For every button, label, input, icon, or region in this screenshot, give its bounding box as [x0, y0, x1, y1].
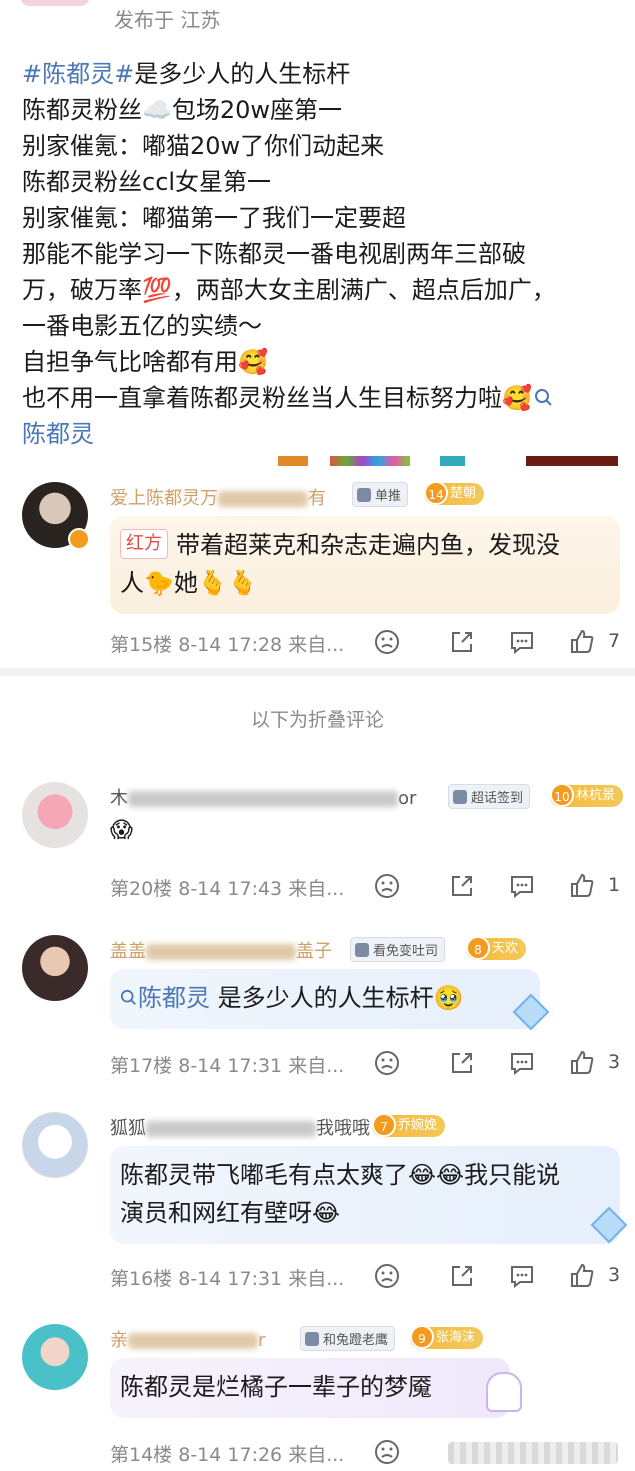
like-count: 3: [608, 1051, 621, 1073]
avatar[interactable]: [22, 1112, 88, 1178]
fan-level-badge[interactable]: 14 楚朝: [424, 481, 485, 505]
dislike-icon[interactable]: [373, 872, 401, 900]
search-link[interactable]: 陈都灵: [22, 416, 622, 452]
avatar[interactable]: [22, 782, 88, 848]
comment-actions: [370, 1438, 620, 1468]
post-line-5: 别家催氪：嘟猫第一了我们一定要超: [22, 204, 406, 232]
search-icon: [120, 989, 136, 1005]
comment-text: 😱: [110, 818, 133, 843]
redacted-actions: [448, 1442, 618, 1464]
user-badge[interactable]: 和兔蹬老鹰: [300, 1326, 396, 1351]
image-strip-left: [278, 456, 308, 466]
post-line-8: 一番电影五亿的实绩～: [22, 312, 262, 340]
comment-meta: 第20楼 8-14 17:43 来自...: [110, 878, 345, 900]
folded-comments-label[interactable]: 以下为折叠评论: [0, 705, 635, 732]
dislike-icon[interactable]: [373, 1049, 401, 1077]
like-icon[interactable]: [568, 1262, 596, 1290]
like-icon[interactable]: [568, 1049, 596, 1077]
reply-icon[interactable]: [508, 1049, 536, 1077]
comment-meta: 第17楼 8-14 17:31 来自...: [110, 1055, 345, 1077]
post-line-3: 别家催氪：嘟猫20w了你们动起来: [22, 132, 385, 160]
comment-bubble: 红方 带着超莱克和杂志走遍内鱼，发现没 人🐤她🫰🫰: [110, 516, 620, 614]
ghost-decoration: [486, 1372, 522, 1412]
post-line-7: 万，破万率💯，两部大女主剧满广、超点后加广，: [22, 276, 556, 304]
search-link[interactable]: 陈都灵: [138, 984, 210, 1012]
comment-actions: 3: [370, 1049, 620, 1079]
like-count: 1: [608, 874, 621, 896]
username[interactable]: 盖盖 盖子: [110, 937, 332, 963]
reply-icon[interactable]: [508, 628, 536, 656]
topic-link[interactable]: #陈都灵#: [22, 60, 134, 88]
comment-actions: 3: [370, 1262, 620, 1292]
like-icon[interactable]: [568, 872, 596, 900]
share-icon[interactable]: [448, 1049, 476, 1077]
post-line-6: 那能不能学习一下陈都灵一番电视剧两年三部破: [22, 240, 526, 268]
share-icon[interactable]: [448, 628, 476, 656]
posted-location: 发布于 江苏: [114, 8, 221, 32]
comment-5: 亲r 和兔蹬老鹰 9 张海沫 陈都灵是烂橘子一辈子的梦魇 第14楼 8-14 17…: [0, 1322, 635, 1471]
reply-icon[interactable]: [508, 872, 536, 900]
image-strip-mid: [330, 456, 410, 466]
comment-meta: 第15楼 8-14 17:28 来自...: [110, 634, 345, 656]
post-line-10: 也不用一直拿着陈都灵粉丝当人生目标努力啦🥰: [22, 380, 622, 416]
section-divider: [0, 668, 635, 676]
fan-level-badge[interactable]: 10 林杭景: [550, 783, 624, 807]
comment-meta: 第16楼 8-14 17:31 来自...: [110, 1268, 345, 1290]
fan-level-badge[interactable]: 8 天欢: [466, 936, 527, 960]
username[interactable]: 木 or: [110, 784, 416, 810]
comment-actions: 7: [370, 628, 620, 658]
comment-actions: 1: [370, 872, 620, 902]
reply-icon[interactable]: [508, 1262, 536, 1290]
comment-1: 爱上陈都灵万有 单推 14 楚朝 红方 带着超莱克和杂志走遍内鱼，发现没 人🐤她🫰🫰…: [0, 480, 635, 660]
badge-icon: [355, 943, 369, 957]
top-avatar-fragment: [20, 0, 90, 6]
post-line-1: #陈都灵#是多少人的人生标杆: [22, 60, 351, 88]
user-badge[interactable]: 看免变吐司: [350, 937, 446, 962]
comment-2: 木 or 超话签到 10 林杭景 😱 第20楼 8-14 17:43 来自... 1: [0, 780, 635, 900]
search-icon: [534, 389, 552, 406]
fan-level-badge[interactable]: 7 乔婉娩: [372, 1113, 446, 1137]
avatar[interactable]: [22, 935, 88, 1001]
like-icon[interactable]: [568, 628, 596, 656]
comment-meta: 第14楼 8-14 17:26 来自...: [110, 1444, 345, 1466]
fan-level-badge[interactable]: 9 张海沫: [410, 1325, 484, 1349]
badge-icon: [453, 790, 467, 804]
image-strip-small: [440, 456, 465, 466]
comment-bubble: 陈都灵 是多少人的人生标杆🥹: [110, 969, 540, 1029]
comment-bubble: 陈都灵是烂橘子一辈子的梦魇: [110, 1358, 510, 1418]
post-line-9: 自担争气比啥都有用🥰: [22, 348, 268, 376]
dislike-icon[interactable]: [373, 628, 401, 656]
post-line-4: 陈都灵粉丝ccl女星第一: [22, 168, 272, 196]
username[interactable]: 爱上陈都灵万有: [110, 484, 326, 510]
badge-icon: [357, 488, 371, 502]
tag-label: 红方: [120, 529, 168, 559]
verified-icon: [68, 528, 90, 550]
share-icon[interactable]: [448, 1262, 476, 1290]
badge-icon: [305, 1332, 319, 1346]
comment-4: 狐狐 我哦哦 7 乔婉娩 陈都灵带飞嘟毛有点太爽了😂😂我只能说 演员和网红有壁呀😂 …: [0, 1110, 635, 1290]
image-strip-right: [526, 456, 618, 466]
share-icon[interactable]: [448, 872, 476, 900]
avatar[interactable]: [22, 1324, 88, 1390]
user-badge[interactable]: 超话签到: [448, 784, 531, 809]
post-line-2: 陈都灵粉丝☁️包场20w座第一: [22, 96, 343, 124]
like-count: 7: [608, 630, 621, 652]
comment-3: 盖盖 盖子 看免变吐司 8 天欢 陈都灵 是多少人的人生标杆🥹 第17楼 8-14 …: [0, 933, 635, 1083]
username[interactable]: 亲r: [110, 1326, 265, 1352]
dislike-icon[interactable]: [373, 1262, 401, 1290]
comment-bubble: 陈都灵带飞嘟毛有点太爽了😂😂我只能说 演员和网红有壁呀😂: [110, 1146, 620, 1244]
dislike-icon[interactable]: [373, 1438, 401, 1466]
like-count: 3: [608, 1264, 621, 1286]
username[interactable]: 狐狐 我哦哦: [110, 1114, 370, 1140]
user-badge[interactable]: 单推: [352, 482, 409, 507]
post-body: #陈都灵#是多少人的人生标杆 陈都灵粉丝☁️包场20w座第一 别家催氪：嘟猫20…: [22, 56, 622, 452]
